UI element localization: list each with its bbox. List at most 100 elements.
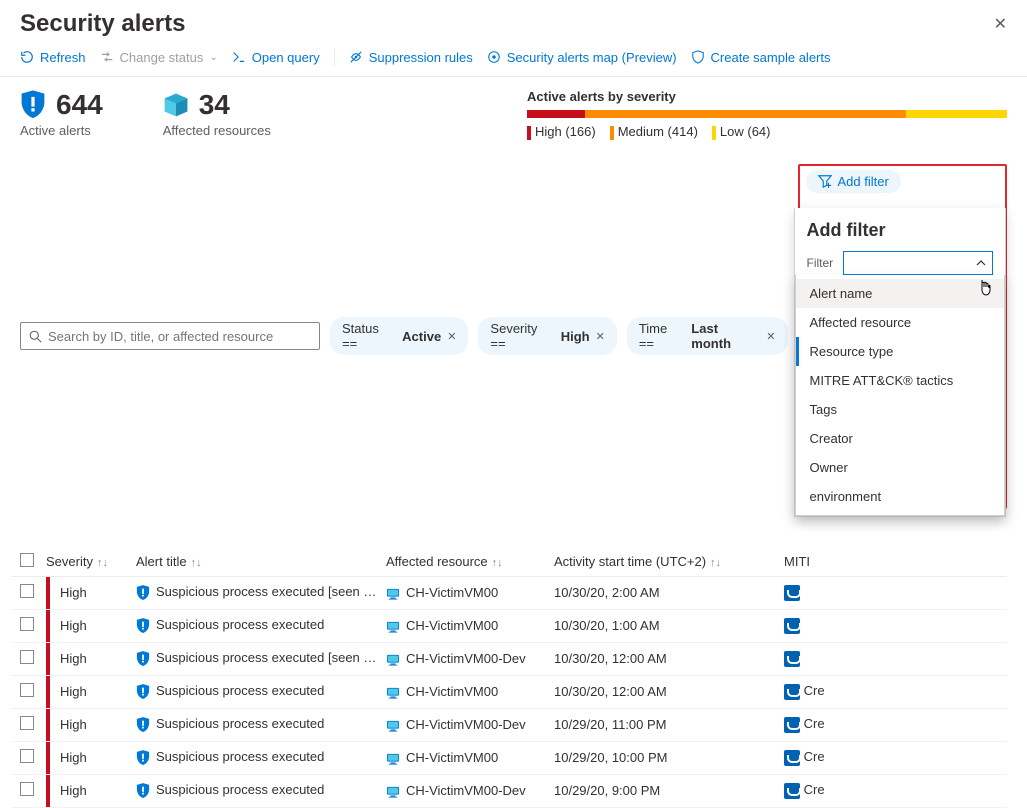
row-checkbox[interactable] xyxy=(20,749,34,763)
col-mitre[interactable]: MITI xyxy=(784,554,1007,569)
table-row[interactable]: HighSuspicious process executedCH-Victim… xyxy=(12,709,1007,742)
severity-breakdown: Active alerts by severity High (166) Med… xyxy=(527,89,1007,140)
row-checkbox[interactable] xyxy=(20,584,34,598)
filters-bar: Status == Active✕ Severity == High✕ Time… xyxy=(0,146,1027,517)
row-checkbox[interactable] xyxy=(20,650,34,664)
query-icon xyxy=(232,50,246,64)
vm-icon xyxy=(386,621,400,633)
close-button[interactable]: ✕ xyxy=(994,14,1007,34)
affected-resources-label: Affected resources xyxy=(163,123,271,138)
col-severity[interactable]: Severity↑↓ xyxy=(46,554,136,569)
active-alerts-count: 644 xyxy=(56,89,103,121)
add-filter-label: Add filter xyxy=(838,174,889,189)
refresh-label: Refresh xyxy=(40,50,86,65)
open-query-button[interactable]: Open query xyxy=(232,50,320,65)
row-checkbox[interactable] xyxy=(20,617,34,631)
filter-field-label: Filter xyxy=(807,256,834,270)
filter-option-creator[interactable]: Creator xyxy=(796,424,1004,453)
cell-time: 10/29/20, 11:00 PM xyxy=(554,717,784,732)
add-filter-title: Add filter xyxy=(807,220,993,241)
filter-combobox[interactable] xyxy=(843,251,992,275)
filter-pill-time[interactable]: Time == Last month✕ xyxy=(627,317,788,355)
table-row[interactable]: HighSuspicious process executedCH-Victim… xyxy=(12,742,1007,775)
cube-icon xyxy=(163,92,189,118)
filter-dropdown: Alert name Affected resource Resource ty… xyxy=(795,275,1005,516)
suppression-icon xyxy=(349,50,363,64)
cell-mitre: Cre xyxy=(784,782,1007,799)
cell-mitre xyxy=(784,650,1007,667)
cell-title: Suspicious process executed xyxy=(136,782,386,799)
filter-pill-status[interactable]: Status == Active✕ xyxy=(330,317,468,355)
filter-option-environment[interactable]: environment xyxy=(796,482,1004,511)
filter-option-tags[interactable]: Tags xyxy=(796,395,1004,424)
remove-filter-icon[interactable]: ✕ xyxy=(447,330,456,343)
mitre-icon xyxy=(784,651,800,667)
table-row[interactable]: HighSuspicious process executedCH-Victim… xyxy=(12,775,1007,808)
vm-icon xyxy=(386,654,400,666)
cell-title: Suspicious process executed xyxy=(136,683,386,700)
cell-resource: CH-VictimVM00-Dev xyxy=(386,783,554,798)
search-input[interactable] xyxy=(48,329,311,344)
cell-severity: High xyxy=(46,676,136,708)
col-title[interactable]: Alert title↑↓ xyxy=(136,554,386,569)
remove-filter-icon[interactable]: ✕ xyxy=(596,330,605,343)
table-row[interactable]: HighSuspicious process executed [seen …C… xyxy=(12,643,1007,676)
remove-filter-icon[interactable]: ✕ xyxy=(766,330,775,343)
toolbar: Refresh Change status ⌄ Open query Suppr… xyxy=(0,44,1027,77)
cell-resource: CH-VictimVM00 xyxy=(386,618,554,633)
alerts-table: Severity↑↓ Alert title↑↓ Affected resour… xyxy=(0,547,1027,808)
refresh-button[interactable]: Refresh xyxy=(20,50,86,65)
mitre-icon xyxy=(784,717,800,733)
cell-severity: High xyxy=(46,775,136,807)
table-row[interactable]: HighSuspicious process executed [seen …C… xyxy=(12,577,1007,610)
table-row[interactable]: HighSuspicious process executedCH-Victim… xyxy=(12,610,1007,643)
active-alerts-metric: 644 Active alerts xyxy=(20,89,103,138)
cell-title: Suspicious process executed [seen … xyxy=(136,584,386,601)
refresh-icon xyxy=(20,50,34,64)
cell-title: Suspicious process executed [seen … xyxy=(136,650,386,667)
cell-time: 10/30/20, 2:00 AM xyxy=(554,585,784,600)
vm-icon xyxy=(386,753,400,765)
table-row[interactable]: HighSuspicious process executedCH-Victim… xyxy=(12,676,1007,709)
filter-option-resource-type[interactable]: Resource type xyxy=(796,337,1004,366)
sample-alerts-button[interactable]: Create sample alerts xyxy=(691,50,831,65)
filter-option-affected-resource[interactable]: Affected resource xyxy=(796,308,1004,337)
row-checkbox[interactable] xyxy=(20,716,34,730)
filter-option-owner[interactable]: Owner xyxy=(796,453,1004,482)
row-checkbox[interactable] xyxy=(20,683,34,697)
cell-resource: CH-VictimVM00 xyxy=(386,585,554,600)
cell-resource: CH-VictimVM00-Dev xyxy=(386,651,554,666)
filter-option-mitre[interactable]: MITRE ATT&CK® tactics xyxy=(796,366,1004,395)
severity-bar-low xyxy=(906,110,1007,118)
search-box[interactable] xyxy=(20,322,320,350)
cell-resource: CH-VictimVM00 xyxy=(386,684,554,699)
filter-option-alert-name[interactable]: Alert name xyxy=(796,279,1004,308)
suppression-button[interactable]: Suppression rules xyxy=(349,50,473,65)
severity-title: Active alerts by severity xyxy=(527,89,1007,104)
select-all-checkbox[interactable] xyxy=(20,553,34,567)
sort-icon: ↑↓ xyxy=(97,557,108,569)
shield-alert-icon xyxy=(20,90,46,120)
row-checkbox[interactable] xyxy=(20,782,34,796)
add-filter-button[interactable]: Add filter xyxy=(806,170,901,193)
shield-icon xyxy=(136,783,150,799)
alerts-map-label: Security alerts map (Preview) xyxy=(507,50,677,65)
cell-mitre: Cre xyxy=(784,683,1007,700)
search-icon xyxy=(29,330,42,343)
shield-icon xyxy=(136,684,150,700)
active-alerts-label: Active alerts xyxy=(20,123,103,138)
col-resource[interactable]: Affected resource↑↓ xyxy=(386,554,554,569)
col-time[interactable]: Activity start time (UTC+2)↑↓ xyxy=(554,554,784,569)
change-status-button: Change status ⌄ xyxy=(100,50,218,65)
alerts-map-button[interactable]: Security alerts map (Preview) xyxy=(487,50,677,65)
toolbar-separator xyxy=(334,48,335,66)
cell-title: Suspicious process executed xyxy=(136,617,386,634)
sort-icon: ↑↓ xyxy=(710,557,721,569)
cell-mitre: Cre xyxy=(784,716,1007,733)
cell-time: 10/29/20, 9:00 PM xyxy=(554,783,784,798)
filter-pill-severity[interactable]: Severity == High✕ xyxy=(478,317,616,355)
severity-bar xyxy=(527,110,1007,118)
mitre-icon xyxy=(784,750,800,766)
vm-icon xyxy=(386,786,400,798)
sort-icon: ↑↓ xyxy=(191,557,202,569)
